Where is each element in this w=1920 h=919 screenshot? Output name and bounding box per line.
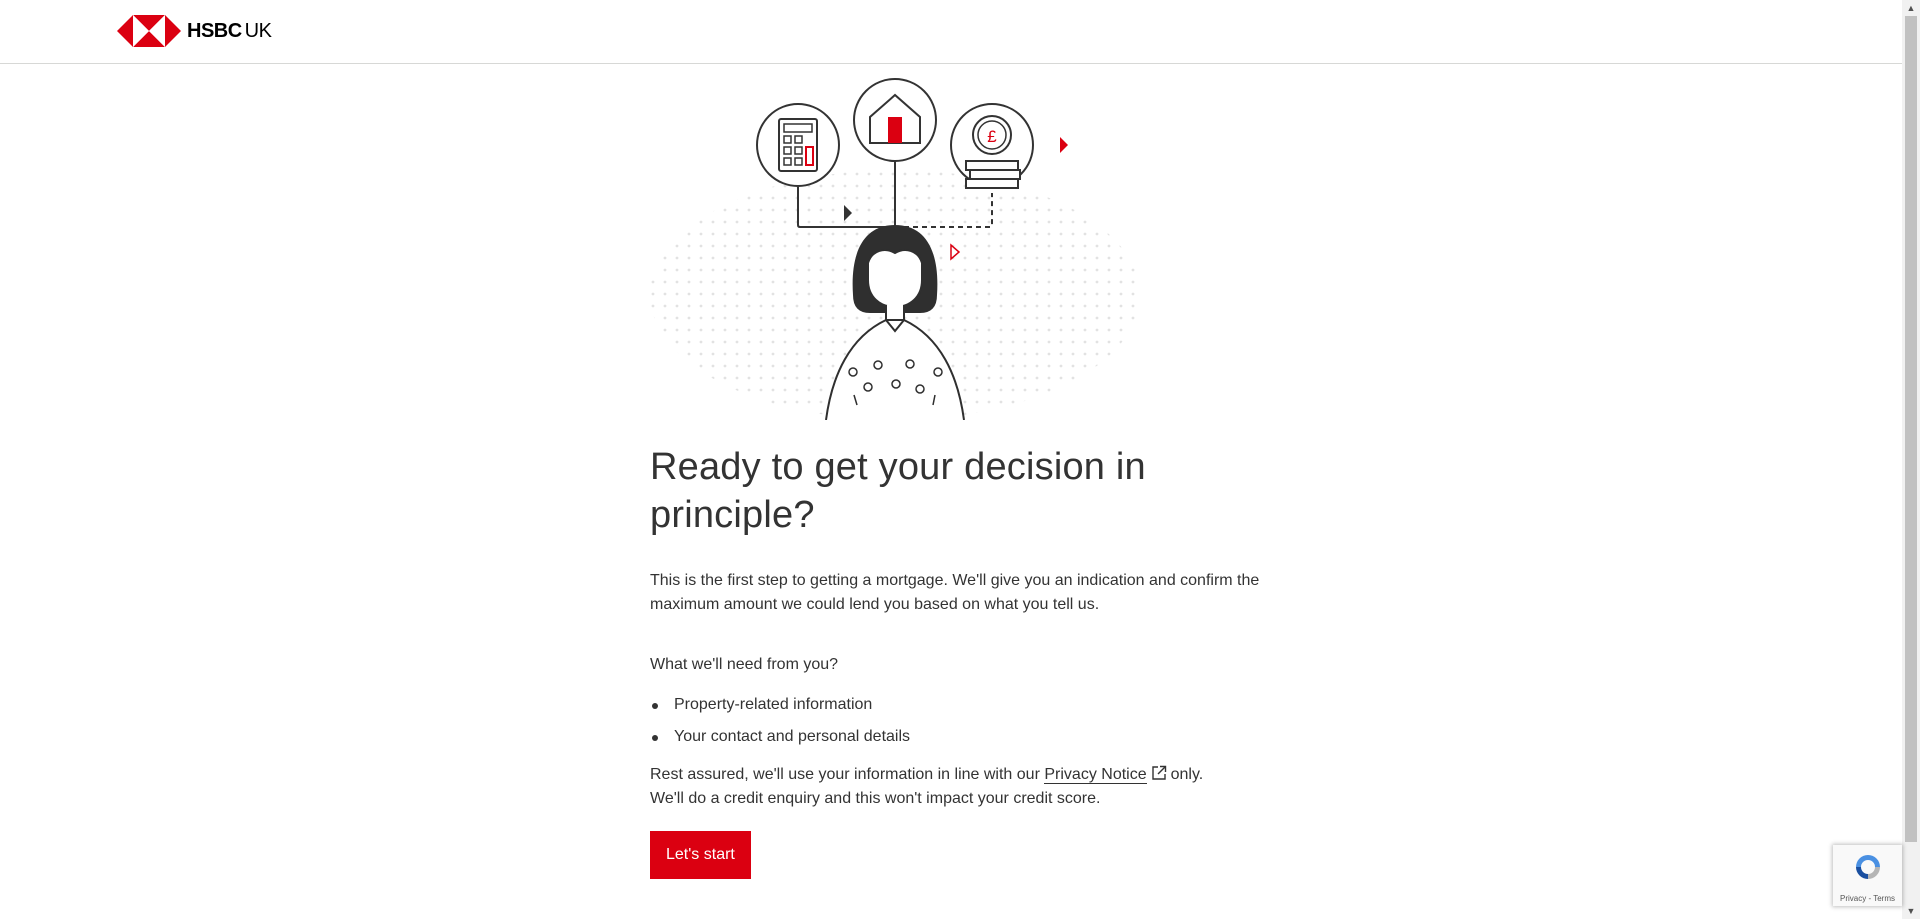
arrow-red-icon [1060,137,1068,153]
svg-text:£: £ [987,127,997,146]
scroll-up-icon[interactable]: ▲ [1902,0,1920,16]
hsbc-logo[interactable]: HSBC UK [117,15,272,47]
assurance-line2: We'll do a credit enquiry and this won't… [650,790,1101,807]
list-item: Your contact and personal details [650,725,1270,749]
external-link-icon[interactable] [1151,765,1167,781]
needs-item-label: Property-related information [674,696,873,713]
bullet-icon [652,703,658,709]
assurance-text: Rest assured, we'll use your information… [650,763,1270,811]
list-item: Property-related information [650,693,1270,717]
recaptcha-badge[interactable]: Privacy - Terms [1833,845,1902,906]
privacy-notice-link[interactable]: Privacy Notice [1044,766,1147,784]
intro-text: This is the first step to getting a mort… [650,572,1260,613]
mortgage-illustration: £ [650,78,1140,420]
scrollbar-thumb[interactable] [1905,16,1917,842]
brand-name: HSBC UK [187,19,272,43]
pound-coin-icon: £ [950,103,1034,189]
brand-bold: HSBC [187,19,242,42]
lets-start-button[interactable]: Let's start [650,831,751,879]
bullet-icon [652,735,658,741]
site-header: HSBC UK [0,0,1902,64]
scroll-down-icon[interactable]: ▼ [1902,903,1920,919]
needs-heading: What we'll need from you? [650,656,839,673]
hsbc-hexagon-logo-icon [117,15,181,47]
calculator-icon [756,103,840,187]
page-scrollbar[interactable]: ▲ ▼ [1902,0,1920,919]
assurance-before: Rest assured, we'll use your information… [650,766,1040,783]
main-content: Ready to get your decision in principle?… [650,443,1270,879]
assurance-after: only. [1170,766,1204,783]
brand-suffix: UK [244,19,272,42]
recaptcha-icon [1856,855,1880,879]
needs-list: Property-related information Your contac… [650,693,1270,749]
needs-item-label: Your contact and personal details [674,728,911,745]
page-title: Ready to get your decision in principle? [650,446,1146,536]
house-icon [853,78,937,162]
recaptcha-links[interactable]: Privacy - Terms [1833,894,1902,903]
